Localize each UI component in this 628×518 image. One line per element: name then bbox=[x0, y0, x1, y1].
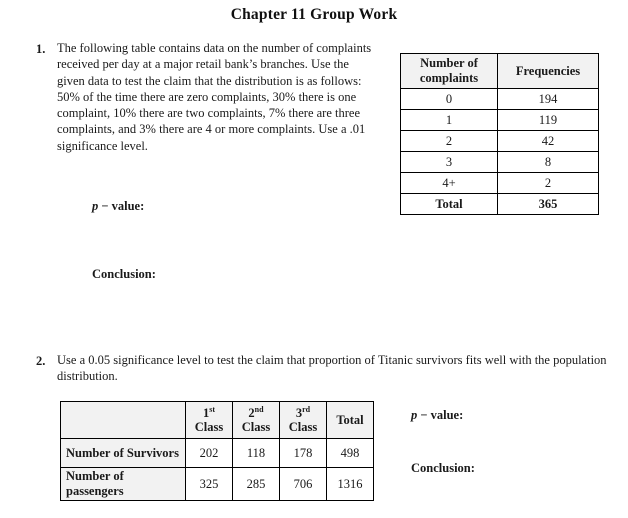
column-header-frequencies: Frequencies bbox=[497, 53, 599, 89]
question-2-number: 2. bbox=[36, 354, 46, 368]
complaints-frequency-table: Number of complaints Frequencies 0 194 1… bbox=[400, 53, 599, 215]
table-row: 0 194 bbox=[400, 88, 599, 110]
class-word: Class bbox=[241, 420, 271, 434]
question-2-text: Use a 0.05 significance level to test th… bbox=[57, 353, 607, 384]
class-word: Class bbox=[288, 420, 318, 434]
question-1-p-value-label: p − value: bbox=[92, 199, 144, 214]
cell-first-class: 202 bbox=[185, 438, 233, 468]
row-header-survivors: Number of Survivors bbox=[60, 438, 186, 468]
table-header-row: Number of complaints Frequencies bbox=[400, 53, 599, 89]
cell-total: 1316 bbox=[326, 467, 374, 501]
column-header-total: Total bbox=[326, 401, 374, 439]
cell-first-class: 325 bbox=[185, 467, 233, 501]
header-line-1: Number of bbox=[420, 56, 478, 70]
table-row: Number of Survivors 202 118 178 498 bbox=[60, 438, 374, 468]
column-header-third-class: 3rd Class bbox=[279, 401, 327, 439]
question-2-p-value-label: p − value: bbox=[411, 408, 463, 423]
ordinal-suffix: rd bbox=[302, 404, 311, 414]
p-variable-symbol: p bbox=[411, 408, 418, 422]
cell-total: 498 bbox=[326, 438, 374, 468]
cell-frequency: 194 bbox=[497, 88, 599, 110]
class-word: Class bbox=[194, 420, 224, 434]
cell-third-class: 178 bbox=[279, 438, 327, 468]
column-header-first-class: 1st Class bbox=[185, 401, 233, 439]
cell-frequency: 8 bbox=[497, 151, 599, 173]
column-header-number-of-complaints: Number of complaints bbox=[400, 53, 498, 89]
table-row: Number of passengers 325 285 706 1316 bbox=[60, 467, 374, 501]
cell-complaints: 4+ bbox=[400, 172, 498, 194]
titanic-survivors-table: 1st Class 2nd Class 3rd Class Total Numb… bbox=[60, 401, 374, 501]
cell-second-class: 118 bbox=[232, 438, 280, 468]
cell-third-class: 706 bbox=[279, 467, 327, 501]
cell-frequency: 119 bbox=[497, 109, 599, 131]
cell-complaints: 0 bbox=[400, 88, 498, 110]
ordinal-suffix: nd bbox=[254, 404, 264, 414]
cell-total-frequency: 365 bbox=[497, 193, 599, 215]
header-line-2: complaints bbox=[419, 71, 479, 85]
row-header-passengers: Number of passengers bbox=[60, 467, 186, 501]
cell-complaints: 1 bbox=[400, 109, 498, 131]
cell-total-label: Total bbox=[400, 193, 498, 215]
table-row: 1 119 bbox=[400, 109, 599, 131]
question-2-conclusion-label: Conclusion: bbox=[411, 461, 475, 475]
cell-frequency: 42 bbox=[497, 130, 599, 152]
table-header-row: 1st Class 2nd Class 3rd Class Total bbox=[60, 401, 374, 439]
cell-complaints: 2 bbox=[400, 130, 498, 152]
p-value-text: − value: bbox=[101, 199, 145, 213]
question-1-conclusion-label: Conclusion: bbox=[92, 267, 156, 281]
corner-cell bbox=[60, 401, 186, 439]
table-row: 2 42 bbox=[400, 130, 599, 152]
column-header-second-class: 2nd Class bbox=[232, 401, 280, 439]
cell-second-class: 285 bbox=[232, 467, 280, 501]
cell-frequency: 2 bbox=[497, 172, 599, 194]
page-title: Chapter 11 Group Work bbox=[230, 6, 398, 23]
cell-complaints: 3 bbox=[400, 151, 498, 173]
table-total-row: Total 365 bbox=[400, 193, 599, 215]
p-variable-symbol: p bbox=[92, 199, 99, 213]
table-row: 3 8 bbox=[400, 151, 599, 173]
table-row: 4+ 2 bbox=[400, 172, 599, 194]
p-value-text: − value: bbox=[420, 408, 464, 422]
question-1-text: The following table contains data on the… bbox=[57, 41, 372, 153]
question-1-number: 1. bbox=[36, 42, 46, 56]
ordinal-suffix: st bbox=[209, 404, 216, 414]
